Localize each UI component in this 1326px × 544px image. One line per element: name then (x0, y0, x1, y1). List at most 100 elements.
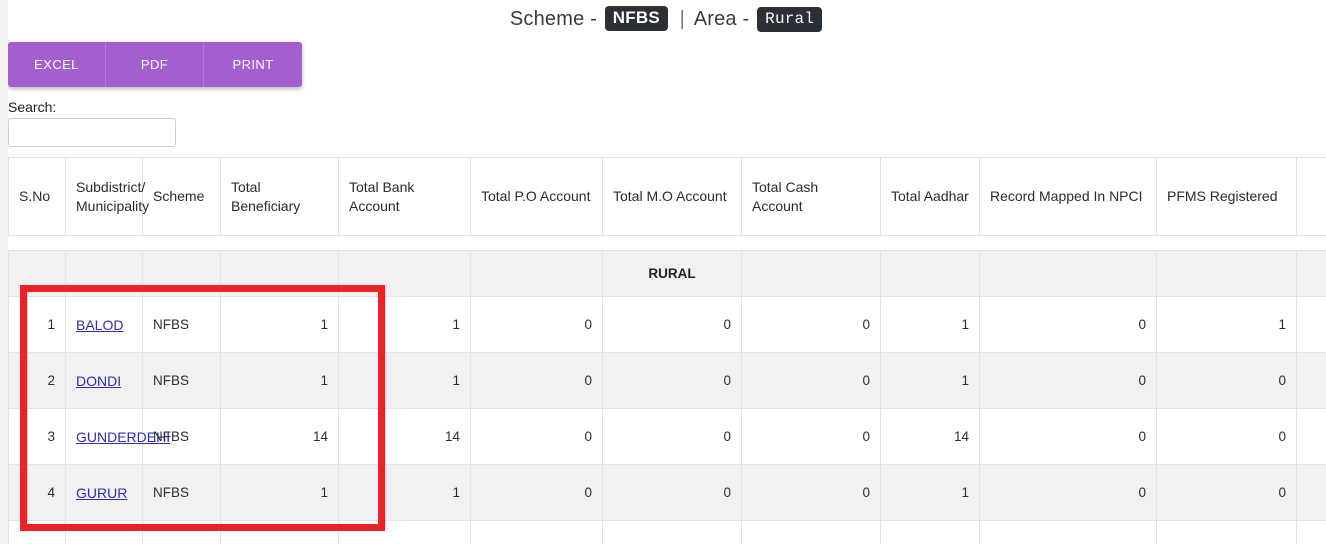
column-header-subdistrict[interactable]: Subdistrict/ Municipality (65, 157, 149, 236)
cell-pfms-registered (1156, 520, 1297, 544)
column-header-pfms-registered[interactable]: PFMS Registered (1156, 157, 1297, 236)
search-area: Search: (8, 99, 1326, 147)
cell-total-cash-account: 0 (741, 352, 881, 409)
report-page: Scheme - NFBS | Area - Rural EXCEL PDF P… (0, 0, 1326, 544)
cell-sno: 1 (8, 296, 66, 353)
cell-total-beneficiary: 1 (220, 296, 339, 353)
cell-total-cash-account: 0 (741, 408, 881, 465)
column-header-total-mo-account[interactable]: Total M.O Account (602, 157, 742, 236)
group-cell-total-po-account (470, 250, 603, 297)
cell-record-mapped-npci: 0 (979, 408, 1157, 465)
group-cell-total-cash-account (741, 250, 881, 297)
cell-total-beneficiary: 1 (220, 464, 339, 521)
column-header-total-aadhar[interactable]: Total Aadhar (880, 157, 980, 236)
cell-total-aadhar: 14 (880, 408, 980, 465)
pdf-button[interactable]: PDF (106, 42, 204, 87)
cell-subdistrict: DONDI (65, 352, 143, 409)
cell-overflow (1296, 296, 1326, 353)
cell-pfms-registered: 1 (1156, 296, 1297, 353)
cell-total-cash-account: 0 (741, 296, 881, 353)
cell-overflow (1296, 352, 1326, 409)
export-button-group: EXCEL PDF PRINT (8, 42, 302, 87)
subdistrict-link[interactable]: BALOD (76, 317, 123, 333)
cell-scheme (142, 520, 221, 544)
group-cell-total-bank-account (338, 250, 471, 297)
table-row[interactable]: 1 BALOD NFBS 1 1 0 0 0 1 0 1 (8, 296, 1326, 353)
cell-sno: 4 (8, 464, 66, 521)
table-header-row: S.No Subdistrict/ Municipality Scheme To… (8, 157, 1326, 236)
cell-total-mo-account: 0 (602, 352, 742, 409)
cell-total-mo-account: 0 (602, 296, 742, 353)
cell-total-bank-account: 1 (338, 296, 471, 353)
cell-total-bank-account: 1 (338, 352, 471, 409)
cell-total-aadhar: 1 (880, 352, 980, 409)
cell-total-aadhar: 1 (880, 464, 980, 521)
group-cell-overflow (1296, 250, 1326, 297)
scheme-label: Scheme - (509, 8, 598, 30)
cell-total-po-account (470, 520, 603, 544)
title-divider: | (679, 8, 686, 30)
cell-subdistrict: GUNDERDEHI (65, 408, 170, 465)
group-cell-sno (8, 250, 66, 297)
search-input[interactable] (8, 118, 176, 147)
search-label: Search: (8, 99, 57, 115)
cell-total-po-account: 0 (470, 464, 603, 521)
column-header-scheme[interactable]: Scheme (142, 157, 221, 236)
cell-total-po-account: 0 (470, 296, 603, 353)
results-table-body: RURAL 1 BALOD NFBS 1 1 0 0 0 1 0 1 2 DON… (8, 250, 1326, 544)
table-row[interactable]: 4 GURUR NFBS 1 1 0 0 0 1 0 0 (8, 464, 1326, 521)
table-row[interactable]: 3 GUNDERDEHI NFBS 14 14 0 0 0 14 0 0 (8, 408, 1326, 465)
column-header-total-cash-account[interactable]: Total Cash Account (741, 157, 881, 236)
cell-total-bank-account (338, 520, 471, 544)
excel-button[interactable]: EXCEL (8, 42, 106, 87)
column-header-overflow (1296, 157, 1326, 236)
area-badge: Rural (757, 7, 823, 32)
table-row-partial[interactable] (8, 520, 1326, 544)
cell-pfms-registered: 0 (1156, 464, 1297, 521)
cell-total-bank-account: 14 (338, 408, 471, 465)
cell-sno: 3 (8, 408, 66, 465)
cell-pfms-registered: 0 (1156, 408, 1297, 465)
cell-scheme: NFBS (142, 296, 221, 353)
page-title: Scheme - NFBS | Area - Rural (8, 0, 1326, 34)
cell-total-cash-account: 0 (741, 464, 881, 521)
cell-total-aadhar (880, 520, 980, 544)
table-row[interactable]: 2 DONDI NFBS 1 1 0 0 0 1 0 0 (8, 352, 1326, 409)
cell-total-po-account: 0 (470, 352, 603, 409)
cell-overflow (1296, 464, 1326, 521)
cell-pfms-registered: 0 (1156, 352, 1297, 409)
column-header-sno[interactable]: S.No (8, 157, 66, 236)
cell-subdistrict: GURUR (65, 464, 143, 521)
cell-record-mapped-npci (979, 520, 1157, 544)
column-header-record-mapped-npci[interactable]: Record Mapped In NPCI (979, 157, 1157, 236)
cell-total-bank-account: 1 (338, 464, 471, 521)
area-label: Area - (693, 8, 750, 30)
cell-overflow (1296, 520, 1326, 544)
group-cell-total-aadhar (880, 250, 980, 297)
cell-record-mapped-npci: 0 (979, 352, 1157, 409)
cell-subdistrict: BALOD (65, 296, 143, 353)
cell-total-beneficiary: 1 (220, 352, 339, 409)
cell-total-po-account: 0 (470, 408, 603, 465)
cell-record-mapped-npci: 0 (979, 464, 1157, 521)
cell-total-beneficiary: 14 (220, 408, 339, 465)
cell-total-mo-account: 0 (602, 464, 742, 521)
print-button[interactable]: PRINT (204, 42, 302, 87)
cell-scheme: NFBS (142, 352, 221, 409)
left-gutter (0, 0, 8, 544)
column-header-total-po-account[interactable]: Total P.O Account (470, 157, 603, 236)
group-cell-record-mapped-npci (979, 250, 1157, 297)
group-cell-scheme (142, 250, 221, 297)
subdistrict-link[interactable]: GURUR (76, 485, 127, 501)
cell-scheme: NFBS (142, 408, 221, 465)
cell-sno: 2 (8, 352, 66, 409)
group-cell-total-beneficiary (220, 250, 339, 297)
cell-total-aadhar: 1 (880, 296, 980, 353)
column-header-total-beneficiary[interactable]: Total Beneficiary (220, 157, 339, 236)
cell-scheme: NFBS (142, 464, 221, 521)
group-cell-pfms-registered (1156, 250, 1297, 297)
subdistrict-link[interactable]: DONDI (76, 373, 121, 389)
column-header-total-bank-account[interactable]: Total Bank Account (338, 157, 471, 236)
group-row-label: RURAL (602, 250, 742, 297)
cell-sno (8, 520, 66, 544)
